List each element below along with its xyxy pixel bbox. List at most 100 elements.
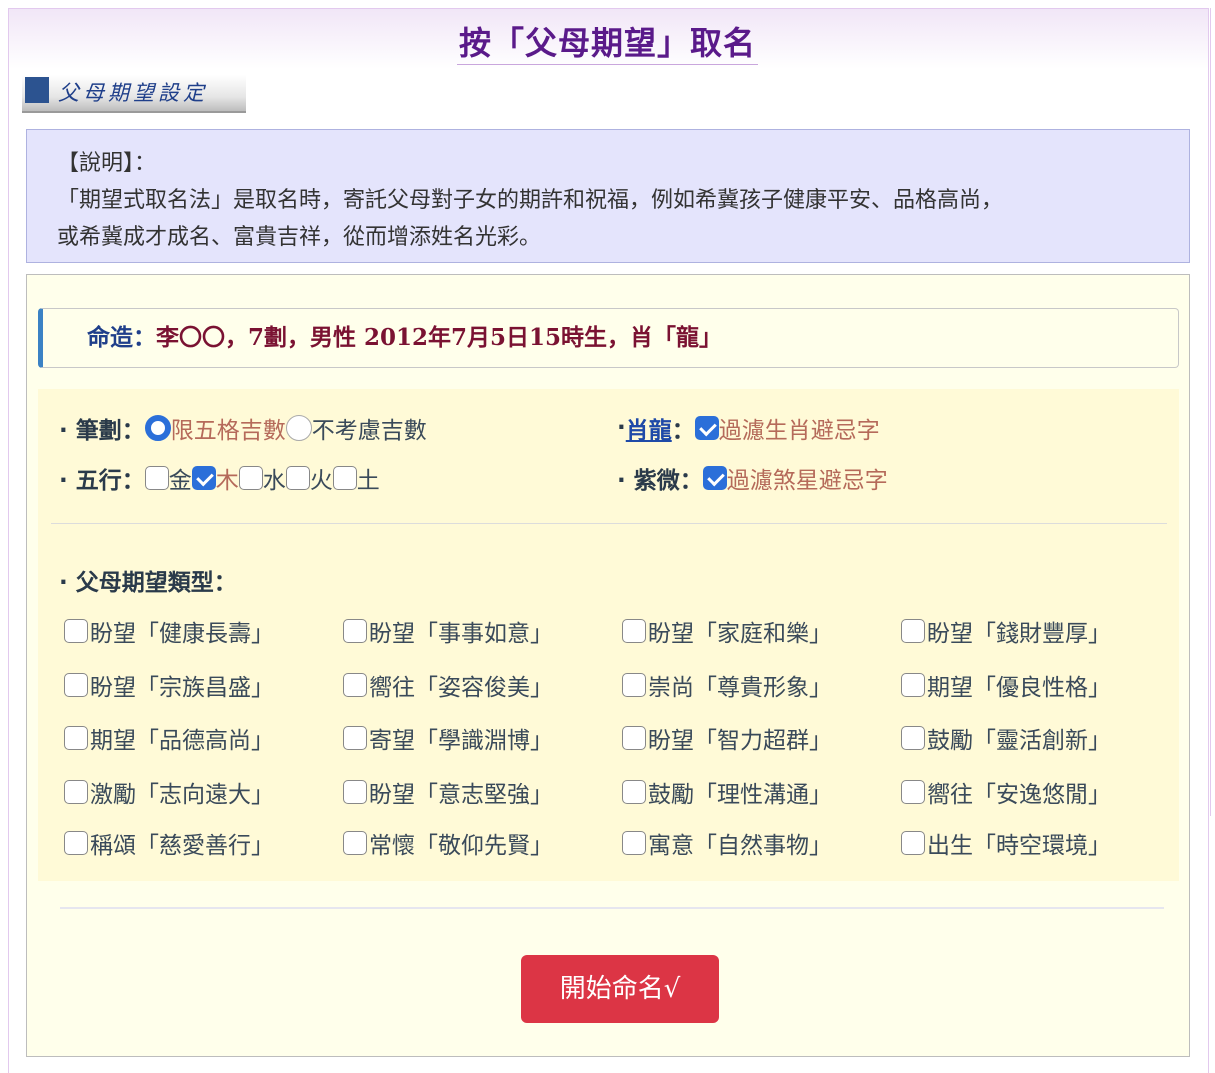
zodiac-link[interactable]: 肖龍 [626, 411, 672, 445]
type-checkbox[interactable] [622, 619, 646, 643]
type-label[interactable]: 盼望「智力超群」 [648, 721, 832, 755]
type-item[interactable]: 激勵「志向遠大」 [64, 775, 274, 809]
type-label[interactable]: 崇尚「尊貴形象」 [648, 668, 832, 702]
strokes-choice-lucky[interactable]: 限五格吉數 [171, 411, 286, 445]
type-label[interactable]: 盼望「宗族昌盛」 [90, 668, 274, 702]
options-panel: · 筆劃： 限五格吉數 不考慮吉數 · 肖龍 ： 過濾生肖避忌字 · 五行： 金… [38, 389, 1179, 881]
strokes-label: · 筆劃： [59, 418, 145, 444]
strokes-radio-any[interactable] [285, 415, 312, 441]
type-label[interactable]: 盼望「錢財豐厚」 [927, 614, 1111, 648]
type-item[interactable]: 盼望「家庭和樂」 [622, 614, 832, 648]
type-label[interactable]: 嚮往「姿容俊美」 [369, 668, 553, 702]
element-wood-checkbox[interactable] [191, 466, 216, 490]
type-checkbox[interactable] [901, 619, 925, 643]
type-item[interactable]: 期望「優良性格」 [901, 668, 1111, 702]
type-checkbox[interactable] [622, 831, 646, 855]
elements-label: · 五行： [59, 468, 145, 494]
destiny-label: 命造： [87, 324, 156, 351]
type-item[interactable]: 出生「時空環境」 [901, 826, 1111, 860]
type-item[interactable]: 寄望「學識淵博」 [343, 721, 553, 755]
intro-line-1: 「期望式取名法」是取名時，寄託父母對子女的期許和祝福，例如希冀孩子健康平安、品格… [57, 188, 1004, 213]
element-water-label[interactable]: 水 [263, 461, 286, 495]
element-water-checkbox[interactable] [238, 466, 263, 490]
strokes-choice-any[interactable]: 不考慮吉數 [312, 411, 427, 445]
type-checkbox[interactable] [901, 831, 925, 855]
type-checkbox[interactable] [343, 780, 367, 804]
type-checkbox[interactable] [901, 673, 925, 697]
type-item[interactable]: 嚮往「姿容俊美」 [343, 668, 553, 702]
zodiac-label-suffix: ： [671, 418, 695, 444]
section-banner: 父母期望設定 [22, 75, 246, 113]
type-label[interactable]: 鼓勵「理性溝通」 [648, 775, 832, 809]
type-item[interactable]: 盼望「意志堅強」 [343, 775, 553, 809]
type-item[interactable]: 崇尚「尊貴形象」 [622, 668, 832, 702]
zodiac-filter-checkbox[interactable] [694, 416, 719, 440]
type-label[interactable]: 寓意「自然事物」 [648, 826, 832, 860]
start-naming-button[interactable]: 開始命名√ [521, 955, 719, 1023]
type-label[interactable]: 盼望「意志堅強」 [369, 775, 553, 809]
intro-heading: 【說明】： [57, 151, 157, 176]
type-item[interactable]: 盼望「宗族昌盛」 [64, 668, 274, 702]
type-label[interactable]: 期望「優良性格」 [927, 668, 1111, 702]
destiny-name: 李〇〇，7劃，男性 [156, 324, 357, 351]
type-checkbox[interactable] [901, 726, 925, 750]
type-label[interactable]: 寄望「學識淵博」 [369, 721, 553, 755]
page-title: 按「父母期望」取名 [0, 18, 1215, 65]
element-metal-checkbox[interactable] [144, 466, 169, 490]
ziwei-filter-label[interactable]: 過濾煞星避忌字 [727, 461, 888, 495]
type-item[interactable]: 常懷「敬仰先賢」 [343, 826, 553, 860]
type-item[interactable]: 鼓勵「理性溝通」 [622, 775, 832, 809]
strokes-radio-lucky[interactable] [144, 415, 171, 441]
types-label: · 父母期望類型： [59, 570, 237, 596]
type-label[interactable]: 鼓勵「靈活創新」 [927, 721, 1111, 755]
type-checkbox[interactable] [343, 619, 367, 643]
type-checkbox[interactable] [64, 619, 88, 643]
type-label[interactable]: 出生「時空環境」 [927, 826, 1111, 860]
type-checkbox[interactable] [622, 780, 646, 804]
type-item[interactable]: 盼望「錢財豐厚」 [901, 614, 1111, 648]
type-checkbox[interactable] [622, 673, 646, 697]
type-label[interactable]: 期望「品德高尚」 [90, 721, 274, 755]
types-heading-row: · 父母期望類型： [59, 563, 237, 597]
type-label[interactable]: 嚮往「安逸悠閒」 [927, 775, 1111, 809]
destiny-birth: 2012年7月5日15時生，肖「龍」 [364, 324, 723, 351]
type-checkbox[interactable] [343, 726, 367, 750]
zodiac-row: · 肖龍 ： 過濾生肖避忌字 [617, 411, 880, 445]
type-item[interactable]: 寓意「自然事物」 [622, 826, 832, 860]
type-label[interactable]: 激勵「志向遠大」 [90, 775, 274, 809]
ziwei-filter-checkbox[interactable] [702, 466, 727, 490]
type-item[interactable]: 盼望「智力超群」 [622, 721, 832, 755]
element-earth-checkbox[interactable] [332, 466, 357, 490]
type-item[interactable]: 盼望「健康長壽」 [64, 614, 274, 648]
form-divider [60, 907, 1164, 909]
type-checkbox[interactable] [64, 726, 88, 750]
type-label[interactable]: 稱頌「慈愛善行」 [90, 826, 274, 860]
type-checkbox[interactable] [64, 780, 88, 804]
type-item[interactable]: 期望「品德高尚」 [64, 721, 274, 755]
elements-row: · 五行： 金 木 水 火 土 [59, 461, 380, 495]
type-checkbox[interactable] [343, 831, 367, 855]
type-checkbox[interactable] [901, 780, 925, 804]
zodiac-filter-label[interactable]: 過濾生肖避忌字 [719, 411, 880, 445]
type-label[interactable]: 盼望「家庭和樂」 [648, 614, 832, 648]
type-checkbox[interactable] [64, 831, 88, 855]
ziwei-label: · 紫微： [617, 468, 703, 494]
type-label[interactable]: 盼望「健康長壽」 [90, 614, 274, 648]
element-fire-label[interactable]: 火 [310, 461, 333, 495]
element-fire-checkbox[interactable] [285, 466, 310, 490]
type-checkbox[interactable] [622, 726, 646, 750]
type-checkbox[interactable] [343, 673, 367, 697]
section-banner-text: 父母期望設定 [58, 81, 208, 105]
type-item[interactable]: 盼望「事事如意」 [343, 614, 553, 648]
type-item[interactable]: 稱頌「慈愛善行」 [64, 826, 274, 860]
element-metal-label[interactable]: 金 [169, 461, 192, 495]
type-label[interactable]: 盼望「事事如意」 [369, 614, 553, 648]
element-wood-label[interactable]: 木 [216, 461, 239, 495]
page-title-text: 按「父母期望」取名 [456, 24, 758, 65]
type-item[interactable]: 鼓勵「靈活創新」 [901, 721, 1111, 755]
element-earth-label[interactable]: 土 [357, 461, 380, 495]
type-checkbox[interactable] [64, 673, 88, 697]
type-item[interactable]: 嚮往「安逸悠閒」 [901, 775, 1111, 809]
form-box: 命造：李〇〇，7劃，男性 2012年7月5日15時生，肖「龍」 · 筆劃： 限五… [26, 274, 1190, 1057]
type-label[interactable]: 常懷「敬仰先賢」 [369, 826, 553, 860]
